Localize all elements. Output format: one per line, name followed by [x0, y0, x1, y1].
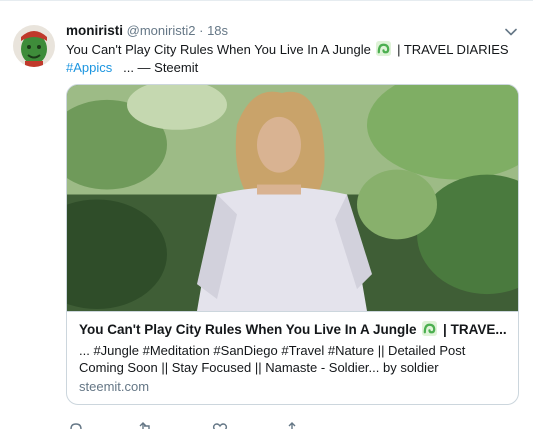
- tweet-text-suffix: | TRAVEL DIARIES: [397, 42, 509, 57]
- reply-icon[interactable]: [68, 422, 84, 429]
- link-card[interactable]: You Can't Play City Rules When You Live …: [66, 84, 519, 405]
- card-description: ... #Jungle #Meditation #SanDiego #Trave…: [79, 342, 509, 376]
- tweet-actions: [66, 422, 366, 429]
- hashtag-link[interactable]: #Appics: [66, 60, 112, 75]
- tweet-text-source: ... — Steemit: [123, 60, 199, 75]
- avatar[interactable]: [13, 25, 55, 67]
- tweet-text-line-1: You Can't Play City Rules When You Live …: [66, 41, 526, 59]
- tweet-text: You Can't Play City Rules When You Live …: [66, 41, 526, 77]
- timestamp[interactable]: 18s: [207, 23, 228, 38]
- card-image[interactable]: [67, 85, 519, 312]
- screen-name[interactable]: @moniristi2: [127, 23, 196, 38]
- display-name[interactable]: moniristi: [66, 23, 123, 38]
- chevron-down-icon[interactable]: [504, 25, 518, 39]
- header-separator: ·: [199, 23, 204, 38]
- tweet-text-line-2: #Appics ... — Steemit: [66, 59, 526, 77]
- tweet[interactable]: moniristi @moniristi2 · 18s You Can't Pl…: [0, 0, 533, 429]
- tweet-header: moniristi @moniristi2 · 18s: [66, 23, 228, 39]
- card-domain: steemit.com: [79, 379, 150, 394]
- card-title-suffix: | TRAVE...: [443, 322, 507, 337]
- card-description-line-1: ... #Jungle #Meditation #SanDiego #Trave…: [79, 343, 466, 358]
- card-title-text: You Can't Play City Rules When You Live …: [79, 322, 417, 337]
- tweet-text-title: You Can't Play City Rules When You Live …: [66, 42, 371, 57]
- green-snake-emoji: [376, 41, 392, 56]
- green-snake-emoji: [422, 321, 438, 336]
- card-title[interactable]: You Can't Play City Rules When You Live …: [79, 321, 509, 339]
- heart-icon[interactable]: [212, 422, 228, 429]
- share-icon[interactable]: [284, 422, 300, 429]
- avatar-image: [13, 25, 55, 67]
- card-description-line-2: Coming Soon || Stay Focused || Namaste -…: [79, 360, 439, 375]
- retweet-icon[interactable]: [138, 422, 154, 429]
